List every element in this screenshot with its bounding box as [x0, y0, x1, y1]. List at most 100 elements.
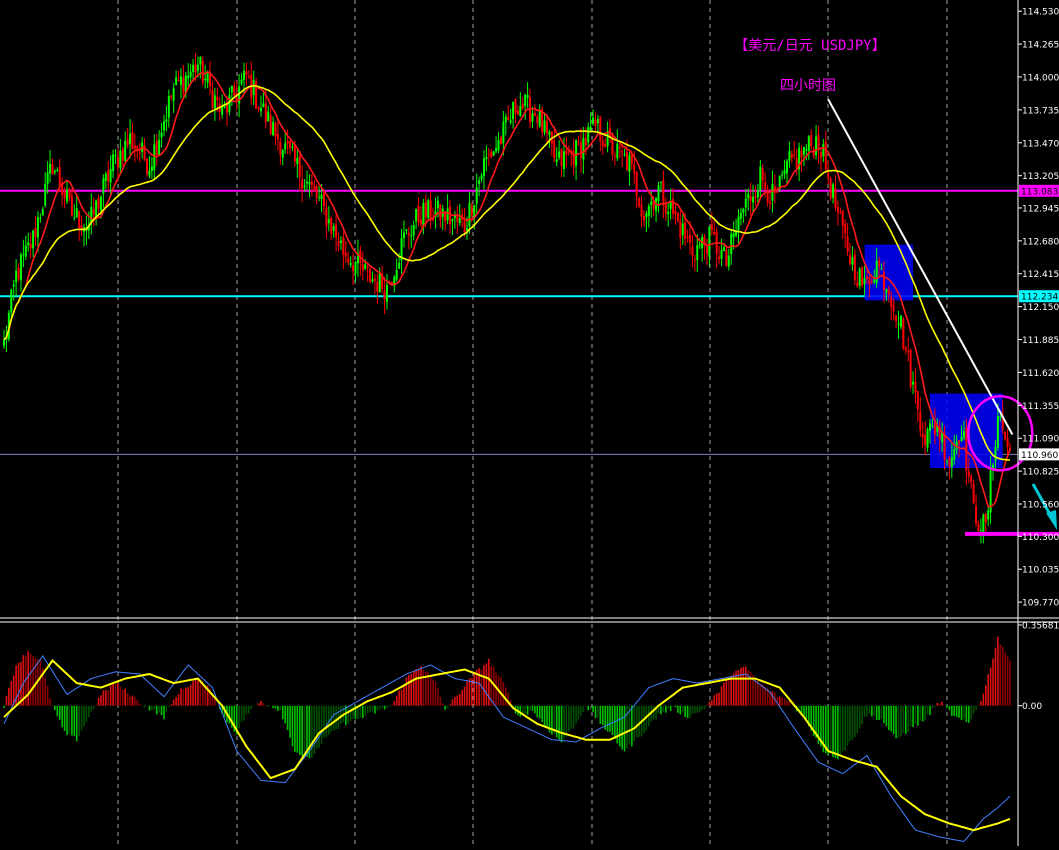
- candle-body: [284, 143, 287, 150]
- candle-body: [480, 175, 483, 180]
- candle-body: [722, 247, 725, 252]
- candle-body: [560, 148, 563, 167]
- candle-body: [853, 254, 856, 281]
- candle-body: [257, 107, 260, 109]
- candle-body: [417, 206, 420, 223]
- candle-body: [339, 240, 342, 243]
- candle-body: [12, 284, 15, 287]
- candle-body: [856, 282, 859, 287]
- candle-body: [126, 139, 129, 146]
- candle-body: [274, 123, 277, 137]
- candle-body: [756, 190, 759, 198]
- price-tick-label: 111.090: [1022, 435, 1059, 445]
- candle-body: [885, 289, 888, 293]
- candle-body: [844, 223, 847, 234]
- candle-body: [196, 64, 199, 71]
- candle-body: [953, 449, 956, 460]
- price-tick-label: 114.265: [1022, 41, 1059, 51]
- candle-body: [107, 170, 110, 182]
- candle-body: [870, 281, 873, 283]
- candle-body: [742, 208, 745, 213]
- price-tick-label: 112.150: [1022, 303, 1059, 313]
- candle-body: [439, 204, 442, 221]
- candle-body: [201, 60, 204, 83]
- candle-body: [676, 212, 679, 221]
- candle-body: [895, 315, 898, 322]
- candle-body: [725, 249, 728, 266]
- candle-body: [887, 289, 890, 295]
- chart-subtitle: 四小时图: [780, 78, 836, 94]
- candle-body: [286, 141, 289, 144]
- candle-body: [819, 151, 822, 158]
- candle-body: [817, 134, 820, 150]
- candle-body: [839, 212, 842, 214]
- candle-body: [526, 95, 529, 98]
- candle-body: [158, 139, 161, 155]
- candle-body: [347, 258, 350, 263]
- candle-body: [710, 224, 713, 231]
- candle-body: [538, 109, 541, 127]
- candle-body: [625, 152, 628, 171]
- candle-body: [289, 141, 292, 149]
- chart-title: 【美元/日元 USDJPY】: [734, 38, 885, 54]
- candle-body: [516, 110, 519, 115]
- chart-canvas[interactable]: 114.530 114.265 114.000 113.735 113.470 113.2…: [0, 0, 1059, 846]
- candle-body: [659, 181, 662, 183]
- candle-body: [878, 260, 881, 267]
- candle-body: [485, 156, 488, 159]
- candle-body: [863, 278, 866, 285]
- price-tick-label: 114.000: [1022, 73, 1059, 83]
- candle-body: [931, 425, 934, 427]
- candle-body: [146, 158, 149, 174]
- candle-body: [873, 279, 876, 283]
- candle-body: [206, 73, 209, 83]
- candle-body: [446, 208, 449, 221]
- candle-body: [674, 210, 677, 215]
- candle-body: [865, 276, 868, 279]
- candle-body: [187, 75, 190, 79]
- candle-body: [720, 250, 723, 259]
- candle-body: [880, 268, 883, 270]
- forex-chart[interactable]: 114.530 114.265 114.000 113.735 113.470 113.2…: [0, 0, 1059, 846]
- candle-body: [657, 185, 660, 202]
- candle-body: [22, 253, 25, 255]
- candle-body: [405, 229, 408, 232]
- candle-body: [681, 223, 684, 236]
- candle-body: [579, 142, 582, 159]
- candle-body: [519, 105, 522, 117]
- candle-body: [75, 208, 78, 218]
- candle-body: [349, 262, 352, 266]
- candle-body: [977, 524, 980, 531]
- candle-body: [761, 168, 764, 181]
- candle-body: [478, 180, 481, 184]
- candle-body: [921, 433, 924, 438]
- candle-body: [601, 140, 604, 147]
- candle-body: [354, 262, 357, 274]
- candle-body: [807, 136, 810, 151]
- candle-body: [621, 151, 624, 153]
- candle-body: [497, 140, 500, 151]
- price-tick-label: 111.620: [1022, 369, 1059, 379]
- candle-body: [640, 204, 643, 217]
- candle-body: [364, 264, 367, 269]
- candle-body: [693, 259, 696, 261]
- candle-body: [36, 217, 39, 238]
- candle-body: [562, 151, 565, 169]
- candle-body: [19, 254, 22, 281]
- candle-body: [596, 119, 599, 124]
- candle-body: [524, 94, 527, 106]
- candle-body: [492, 151, 495, 156]
- candle-body: [604, 144, 607, 147]
- candle-body: [914, 381, 917, 393]
- candle-body: [771, 183, 774, 201]
- candle-body: [696, 245, 699, 260]
- candle-body: [996, 416, 999, 448]
- candle-body: [577, 141, 580, 143]
- candle-body: [987, 510, 990, 520]
- candle-body: [800, 150, 803, 158]
- candle-body: [645, 213, 648, 218]
- candle-body: [907, 351, 910, 353]
- candle-body: [281, 150, 284, 158]
- candle-body: [972, 483, 975, 504]
- candle-body: [463, 218, 466, 233]
